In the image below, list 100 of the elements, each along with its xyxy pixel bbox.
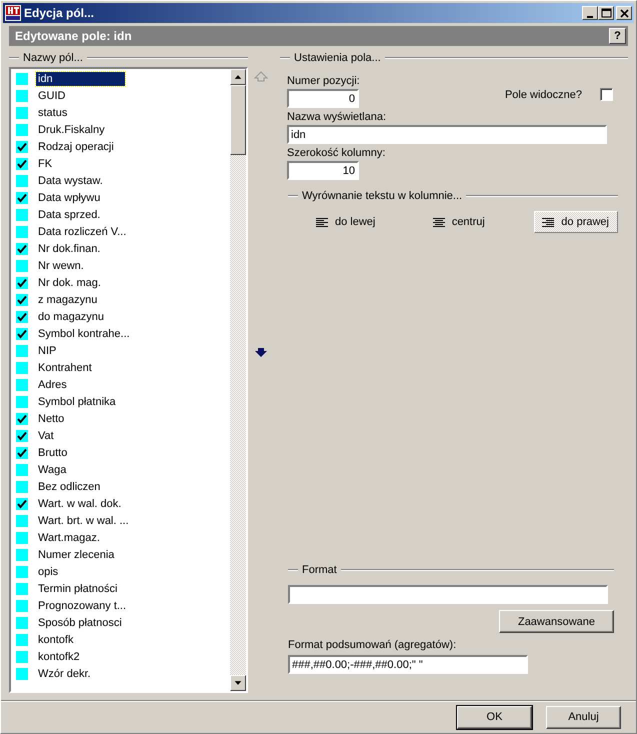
position-field[interactable]: 0 [287, 89, 359, 108]
list-item[interactable]: Vat [36, 428, 56, 442]
checkbox[interactable] [16, 362, 28, 374]
close-button[interactable] [616, 6, 632, 20]
list-item[interactable]: idn [36, 72, 125, 86]
checkbox[interactable] [16, 498, 28, 510]
scroll-thumb[interactable] [230, 85, 246, 155]
list-item[interactable]: Waga [36, 462, 68, 476]
list-item[interactable]: z magazynu [36, 292, 100, 306]
scroll-up-button[interactable] [230, 69, 246, 85]
checkbox[interactable] [16, 412, 28, 424]
list-item[interactable]: Nr wewn. [36, 258, 86, 272]
list-item[interactable]: Wart. brt. w wal. ... [36, 514, 131, 528]
checkbox[interactable] [16, 106, 28, 118]
checkbox[interactable] [16, 328, 28, 340]
list-item[interactable]: opis [36, 564, 60, 578]
maximize-icon [600, 6, 612, 20]
checkbox[interactable] [16, 616, 28, 628]
checkbox[interactable] [16, 532, 28, 544]
checkbox[interactable] [16, 634, 28, 646]
checkbox[interactable] [16, 480, 28, 492]
list-item[interactable]: Druk.Fiskalny [36, 122, 107, 136]
list-item[interactable]: Data sprzed. [36, 208, 102, 222]
list-item[interactable]: kontofk [36, 632, 76, 646]
checkbox[interactable] [16, 174, 28, 186]
checkbox[interactable] [16, 294, 28, 306]
list-item[interactable]: Wzór dekr. [36, 666, 93, 680]
list-item[interactable]: GUID [36, 88, 68, 102]
checkbox[interactable] [16, 260, 28, 272]
list-item[interactable]: Symbol płatnika [36, 394, 118, 408]
minimize-button[interactable] [582, 6, 598, 20]
checkbox[interactable] [16, 464, 28, 476]
checkbox[interactable] [16, 310, 28, 322]
list-item[interactable]: NIP [36, 344, 58, 358]
list-item[interactable]: Brutto [36, 446, 70, 460]
list-item[interactable]: Wart.magaz. [36, 530, 102, 544]
checkbox[interactable] [16, 566, 28, 578]
list-item[interactable]: Sposób płatnosci [36, 616, 124, 630]
field-label: Format podsumowań (agregatów): [288, 639, 458, 652]
checkbox[interactable] [16, 242, 28, 254]
list-item[interactable]: status [36, 106, 70, 120]
checkbox[interactable] [16, 124, 28, 136]
group-title: Format [302, 564, 337, 576]
format-field[interactable] [288, 585, 608, 604]
list-item[interactable]: Data rozliczeń V... [36, 224, 128, 238]
checkbox[interactable] [16, 514, 28, 526]
alignment-button[interactable]: centruj [424, 211, 494, 233]
scroll-down-button[interactable] [230, 675, 246, 691]
summary-format-field[interactable]: ###,##0.00;-###,##0.00;" " [288, 655, 528, 674]
checkbox[interactable] [16, 600, 28, 612]
maximize-button[interactable] [598, 6, 614, 20]
checkbox[interactable] [16, 140, 28, 152]
move-down-arrow-icon [254, 348, 268, 358]
visible-checkbox[interactable] [600, 88, 613, 101]
alignment-button[interactable]: do prawej [534, 211, 618, 233]
list-item[interactable]: kontofk2 [36, 650, 82, 664]
help-button[interactable]: ? [609, 28, 626, 44]
list-item[interactable]: Numer zlecenia [36, 548, 116, 562]
alignment-button[interactable]: do lewej [308, 211, 384, 233]
checkbox[interactable] [16, 226, 28, 238]
list-item[interactable]: Data wpływu [36, 190, 102, 204]
group-title: Nazwy pól... [23, 52, 83, 64]
checkbox[interactable] [16, 446, 28, 458]
move-up-arrow-icon [254, 71, 268, 82]
checkbox[interactable] [16, 430, 28, 442]
list-item[interactable]: Nr dok. mag. [36, 276, 103, 290]
list-item[interactable]: Kontrahent [36, 360, 94, 374]
list-item[interactable]: do magazynu [36, 310, 106, 324]
app-logo-icon [5, 5, 21, 21]
display-name-field[interactable]: idn [287, 125, 607, 144]
list-item[interactable]: Adres [36, 378, 69, 392]
checkbox[interactable] [16, 192, 28, 204]
list-item[interactable]: FK [36, 156, 54, 170]
list-item[interactable]: Prognozowany t... [36, 598, 128, 612]
ok-button[interactable]: OK [457, 706, 532, 728]
list-item[interactable]: Data wystaw. [36, 174, 105, 188]
checkbox[interactable] [16, 668, 28, 680]
list-item[interactable]: Symbol kontrahe... [36, 326, 132, 340]
list-item[interactable]: Termin płatności [36, 582, 120, 596]
checkbox[interactable] [16, 344, 28, 356]
list-item[interactable]: Rodzaj operacji [36, 140, 116, 154]
field-label: Szerokość kolumny: [287, 147, 386, 160]
checkbox[interactable] [16, 208, 28, 220]
list-item[interactable]: Bez odliczen [36, 480, 102, 494]
column-width-field[interactable]: 10 [287, 161, 359, 180]
cancel-button[interactable]: Anuluj [546, 706, 621, 728]
list-item[interactable]: Wart. w wal. dok. [36, 496, 124, 510]
checkbox[interactable] [16, 582, 28, 594]
checkbox[interactable] [16, 90, 28, 102]
checkbox[interactable] [16, 72, 28, 84]
checkbox[interactable] [16, 650, 28, 662]
checkbox[interactable] [16, 276, 28, 288]
list-item[interactable]: Netto [36, 412, 66, 426]
checkbox[interactable] [16, 548, 28, 560]
checkbox[interactable] [16, 378, 28, 390]
advanced-button[interactable]: Zaawansowane [499, 610, 614, 633]
list-item[interactable]: Nr dok.finan. [36, 242, 102, 256]
checkbox[interactable] [16, 158, 28, 170]
scrollbar[interactable] [230, 69, 246, 691]
checkbox[interactable] [16, 396, 28, 408]
